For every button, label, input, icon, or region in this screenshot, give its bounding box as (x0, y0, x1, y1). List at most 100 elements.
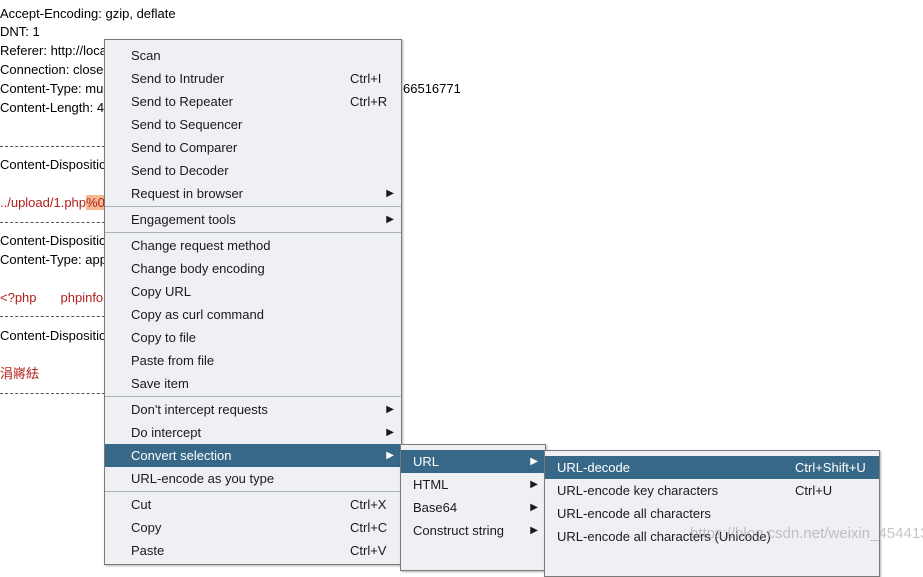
menu-item-url-encode-all-characters[interactable]: URL-encode all characters (545, 502, 879, 525)
submenu-arrow-icon: ▶ (386, 214, 394, 225)
menu-item-send-to-sequencer[interactable]: Send to Sequencer (105, 113, 401, 136)
submenu-arrow-icon: ▶ (386, 188, 394, 199)
menu-item-url-decode[interactable]: URL-decode Ctrl+Shift+U (545, 456, 879, 479)
menu-item-label: Convert selection (131, 448, 232, 463)
menu-item-construct-string[interactable]: Construct string ▶ (401, 519, 545, 542)
submenu-arrow-icon: ▶ (386, 450, 394, 461)
menu-item-label: Copy as curl command (131, 307, 264, 322)
menu-item-label: URL-decode (557, 460, 630, 475)
menu-item-send-to-comparer[interactable]: Send to Comparer (105, 136, 401, 159)
menu-item-html[interactable]: HTML ▶ (401, 473, 545, 496)
menu-item-label: Change body encoding (131, 261, 265, 276)
submenu-arrow-icon: ▶ (530, 479, 538, 490)
divider (0, 146, 110, 147)
menu-item-label: Copy URL (131, 284, 191, 299)
menu-item-don-t-intercept-requests[interactable]: Don't intercept requests ▶ (105, 398, 401, 421)
menu-item-label: Cut (131, 497, 152, 512)
menu-item-engagement-tools[interactable]: Engagement tools ▶ (105, 208, 401, 231)
filename-line[interactable]: ../upload/1.php%0 (0, 193, 105, 212)
shortcut-label: Ctrl+C (350, 520, 388, 535)
menu-item-paste[interactable]: Paste Ctrl+V (105, 539, 401, 562)
menu-item-scan[interactable]: Scan (105, 44, 401, 67)
header-line: DNT: 1 (0, 24, 40, 39)
menu-item-label: Send to Sequencer (131, 117, 243, 132)
menu-item-change-request-method[interactable]: Change request method (105, 234, 401, 257)
menu-item-paste-from-file[interactable]: Paste from file (105, 349, 401, 372)
shortcut-label: Ctrl+R (350, 94, 388, 109)
menu-item-save-item[interactable]: Save item (105, 372, 401, 395)
header-line: Content-Dispositio (0, 233, 107, 248)
menu-item-url-encode-key-characters[interactable]: URL-encode key characters Ctrl+U (545, 479, 879, 502)
php-call: phpinfo( (60, 290, 108, 305)
menu-item-label: Don't intercept requests (131, 402, 268, 417)
header-line: Content-Type: app (0, 252, 107, 267)
boundary-tail: 66516771 (403, 81, 461, 96)
shortcut-label: Ctrl+I (350, 71, 382, 86)
menu-item-label: Base64 (413, 500, 458, 515)
submenu-arrow-icon: ▶ (386, 427, 394, 438)
garbled-line: 涓嶈紶 (0, 366, 40, 381)
menu-item-label: URL-encode all characters (557, 506, 711, 521)
header-line: Connection: close (0, 62, 104, 77)
menu-item-label: URL-encode key characters (557, 483, 719, 498)
menu-item-copy-to-file[interactable]: Copy to file (105, 326, 401, 349)
menu-item-label: Paste (131, 543, 165, 558)
menu-item-label: URL (413, 454, 440, 469)
menu-separator (105, 396, 401, 397)
menu-item-convert-selection[interactable]: Convert selection ▶ (105, 444, 401, 467)
menu-item-request-in-browser[interactable]: Request in browser ▶ (105, 182, 401, 205)
divider (0, 393, 110, 394)
menu-item-cut[interactable]: Cut Ctrl+X (105, 493, 401, 516)
menu-item-label: Copy to file (131, 330, 197, 345)
menu-item-label: Request in browser (131, 186, 243, 201)
submenu-arrow-icon: ▶ (530, 502, 538, 513)
header-line: Content-Dispositio (0, 157, 107, 172)
menu-item-copy[interactable]: Copy Ctrl+C (105, 516, 401, 539)
php-open: <?php (0, 290, 37, 305)
submenu-arrow-icon: ▶ (530, 525, 538, 536)
menu-item-url[interactable]: URL ▶ (401, 450, 545, 473)
divider (0, 222, 110, 223)
header-line: Content-Dispositio (0, 328, 107, 343)
shortcut-label: Ctrl+U (795, 483, 833, 498)
menu-item-label: Do intercept (131, 425, 202, 440)
watermark: https://blog.csdn.net/weixin_45441315 (690, 525, 923, 542)
menu-item-label: HTML (413, 477, 449, 492)
menu-separator (105, 206, 401, 207)
selected-text[interactable]: %0 (86, 195, 105, 210)
menu-item-label: Save item (131, 376, 189, 391)
header-line: Content-Type: mul (0, 81, 107, 96)
url-submenu: URL-decode Ctrl+Shift+U URL-encode key cha… (544, 450, 880, 577)
menu-item-label: Change request method (131, 238, 271, 253)
submenu-arrow-icon: ▶ (530, 456, 538, 467)
menu-item-label: Paste from file (131, 353, 215, 368)
menu-item-send-to-intruder[interactable]: Send to Intruder Ctrl+I (105, 67, 401, 90)
submenu-arrow-icon: ▶ (386, 404, 394, 415)
menu-item-send-to-repeater[interactable]: Send to Repeater Ctrl+R (105, 90, 401, 113)
menu-item-send-to-decoder[interactable]: Send to Decoder (105, 159, 401, 182)
path-text: ../upload/1.php (0, 195, 87, 210)
menu-item-label: URL-encode as you type (131, 471, 275, 486)
menu-item-label: Scan (131, 48, 161, 63)
context-menu: Scan Send to Intruder Ctrl+I Send to Repeat… (104, 39, 402, 565)
menu-item-copy-as-curl-command[interactable]: Copy as curl command (105, 303, 401, 326)
menu-item-url-encode-as-you-type[interactable]: URL-encode as you type (105, 467, 401, 490)
menu-item-change-body-encoding[interactable]: Change body encoding (105, 257, 401, 280)
menu-item-label: Engagement tools (131, 212, 236, 227)
menu-item-label: Send to Decoder (131, 163, 229, 178)
menu-item-do-intercept[interactable]: Do intercept ▶ (105, 421, 401, 444)
shortcut-label: Ctrl+Shift+U (795, 460, 866, 475)
header-line: Content-Length: 43 (0, 100, 112, 115)
menu-separator (105, 491, 401, 492)
menu-item-label: Send to Repeater (131, 94, 233, 109)
menu-separator (105, 232, 401, 233)
shortcut-label: Ctrl+V (350, 543, 387, 558)
divider (0, 316, 110, 317)
menu-item-label: Send to Intruder (131, 71, 225, 86)
menu-item-copy-url[interactable]: Copy URL (105, 280, 401, 303)
menu-item-base64[interactable]: Base64 ▶ (401, 496, 545, 519)
php-line: <?php phpinfo( (0, 288, 108, 307)
menu-item-label: Send to Comparer (131, 140, 238, 155)
header-line: Referer: http://loca (0, 43, 107, 58)
shortcut-label: Ctrl+X (350, 497, 387, 512)
